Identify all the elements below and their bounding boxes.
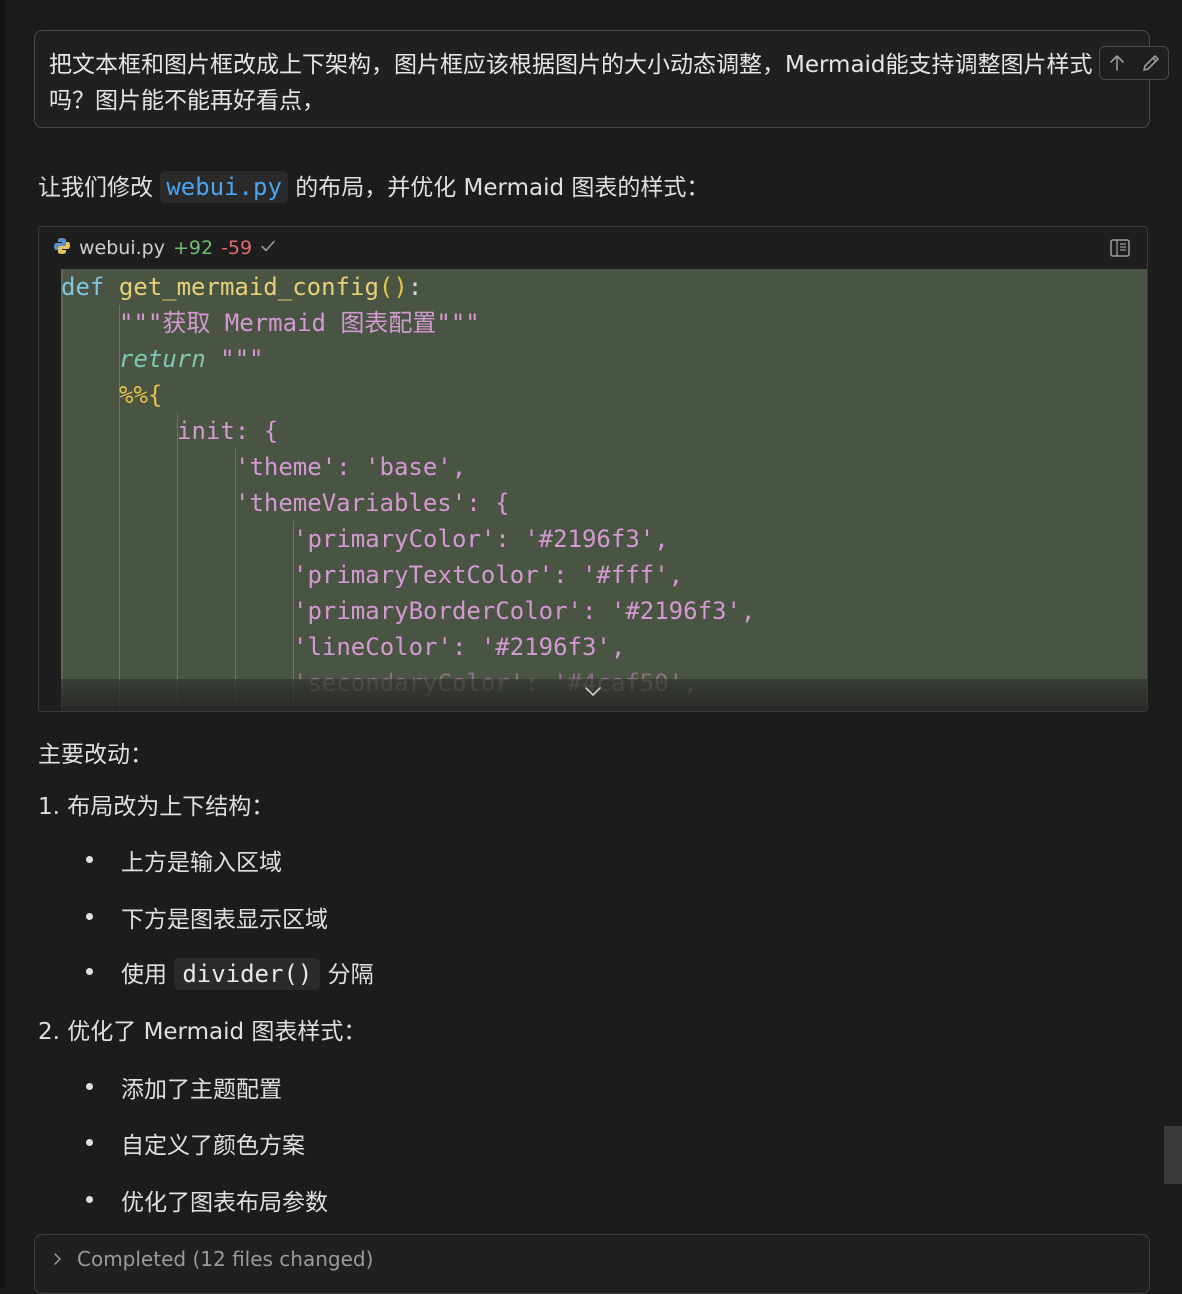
open-panel-icon[interactable] — [1109, 237, 1131, 264]
code-line: 'themeVariables': { — [235, 489, 510, 517]
python-file-icon — [53, 237, 71, 260]
list-item: 下方是图表显示区域 — [86, 900, 328, 934]
code-line: return """ — [119, 345, 264, 373]
scrollbar-thumb[interactable] — [1164, 1126, 1182, 1184]
list-item: 自定义了颜色方案 — [86, 1126, 305, 1160]
prompt-actions — [1099, 46, 1169, 80]
summary-heading: 主要改动： — [38, 742, 153, 768]
code-filename[interactable]: webui.py — [79, 237, 165, 259]
completed-summary[interactable]: Completed (12 files changed) — [34, 1234, 1150, 1294]
code-line: 'primaryColor': '#2196f3', — [293, 525, 669, 553]
chevron-down-icon[interactable] — [583, 683, 603, 702]
summary-section-2: 2. 优化了 Mermaid 图表样式： — [38, 1019, 367, 1045]
pencil-icon[interactable] — [1140, 52, 1162, 74]
completed-label: Completed — [77, 1247, 187, 1271]
file-link[interactable]: webui.py — [160, 171, 288, 203]
intro-text-before: 让我们修改 — [38, 175, 153, 201]
chevron-right-icon — [53, 1247, 63, 1271]
code-line: 'theme': 'base', — [235, 453, 467, 481]
arrow-up-icon[interactable] — [1107, 53, 1127, 73]
check-icon — [260, 237, 276, 259]
assistant-intro: 让我们修改 webui.py 的布局，并优化 Mermaid 图表的样式： — [38, 170, 709, 205]
user-prompt-box[interactable]: 把文本框和图片框改成上下架构，图片框应该根据图片的大小动态调整，Mermaid能… — [34, 30, 1169, 128]
code-line: 'primaryBorderColor': '#2196f3', — [293, 597, 756, 625]
list-item: 添加了主题配置 — [86, 1070, 282, 1104]
completed-row: Completed (12 files changed) — [53, 1247, 373, 1271]
list-item: 优化了图表布局参数 — [86, 1183, 328, 1217]
user-prompt-text: 把文本框和图片框改成上下架构，图片框应该根据图片的大小动态调整，Mermaid能… — [49, 52, 1093, 114]
indent-guide — [177, 413, 178, 711]
code-content: def get_mermaid_config(): """获取 Mermaid … — [61, 269, 1147, 711]
lines-removed-count: -59 — [221, 237, 253, 259]
summary-section-1: 1. 布局改为上下结构： — [38, 794, 275, 820]
code-line: %%{ — [119, 381, 163, 409]
code-line: """获取 Mermaid 图表配置""" — [119, 309, 480, 337]
code-line: def get_mermaid_config(): — [61, 273, 423, 301]
code-header: webui.py +92 -59 — [39, 227, 1147, 269]
lines-added-count: +92 — [172, 237, 214, 259]
diff-added-bar — [61, 269, 63, 711]
code-line: 'primaryTextColor': '#fff', — [293, 561, 684, 589]
expand-overlay[interactable] — [61, 679, 1147, 711]
code-line: 'lineColor': '#2196f3', — [293, 633, 626, 661]
intro-text-after: 的布局，并优化 Mermaid 图表的样式： — [295, 175, 710, 201]
inline-code: divider() — [174, 958, 321, 990]
code-line: init: { — [177, 417, 279, 445]
code-diff-block: webui.py +92 -59 def get_mermaid_config(… — [38, 226, 1148, 712]
list-item: 使用 divider() 分隔 — [86, 955, 374, 990]
completed-detail: (12 files changed) — [192, 1247, 374, 1271]
left-edge — [0, 0, 6, 1288]
list-item: 上方是输入区域 — [86, 843, 282, 877]
